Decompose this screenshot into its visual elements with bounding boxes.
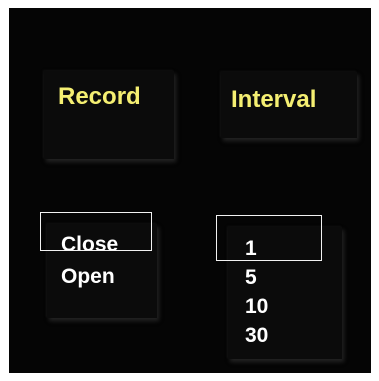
- record-button[interactable]: Record: [44, 71, 174, 159]
- camera-control-screen: Record Interval Close Open 1 5 10 30: [9, 8, 371, 373]
- interval-option-10[interactable]: 10: [245, 296, 268, 317]
- interval-option-5[interactable]: 5: [245, 267, 257, 288]
- interval-button[interactable]: Interval: [221, 72, 357, 138]
- interval-option-30[interactable]: 30: [245, 325, 268, 346]
- state-selection-highlight: [40, 212, 152, 251]
- interval-button-label: Interval: [231, 86, 317, 113]
- state-option-open[interactable]: Open: [61, 266, 115, 287]
- record-button-label: Record: [58, 83, 141, 110]
- interval-selection-highlight: [216, 215, 322, 261]
